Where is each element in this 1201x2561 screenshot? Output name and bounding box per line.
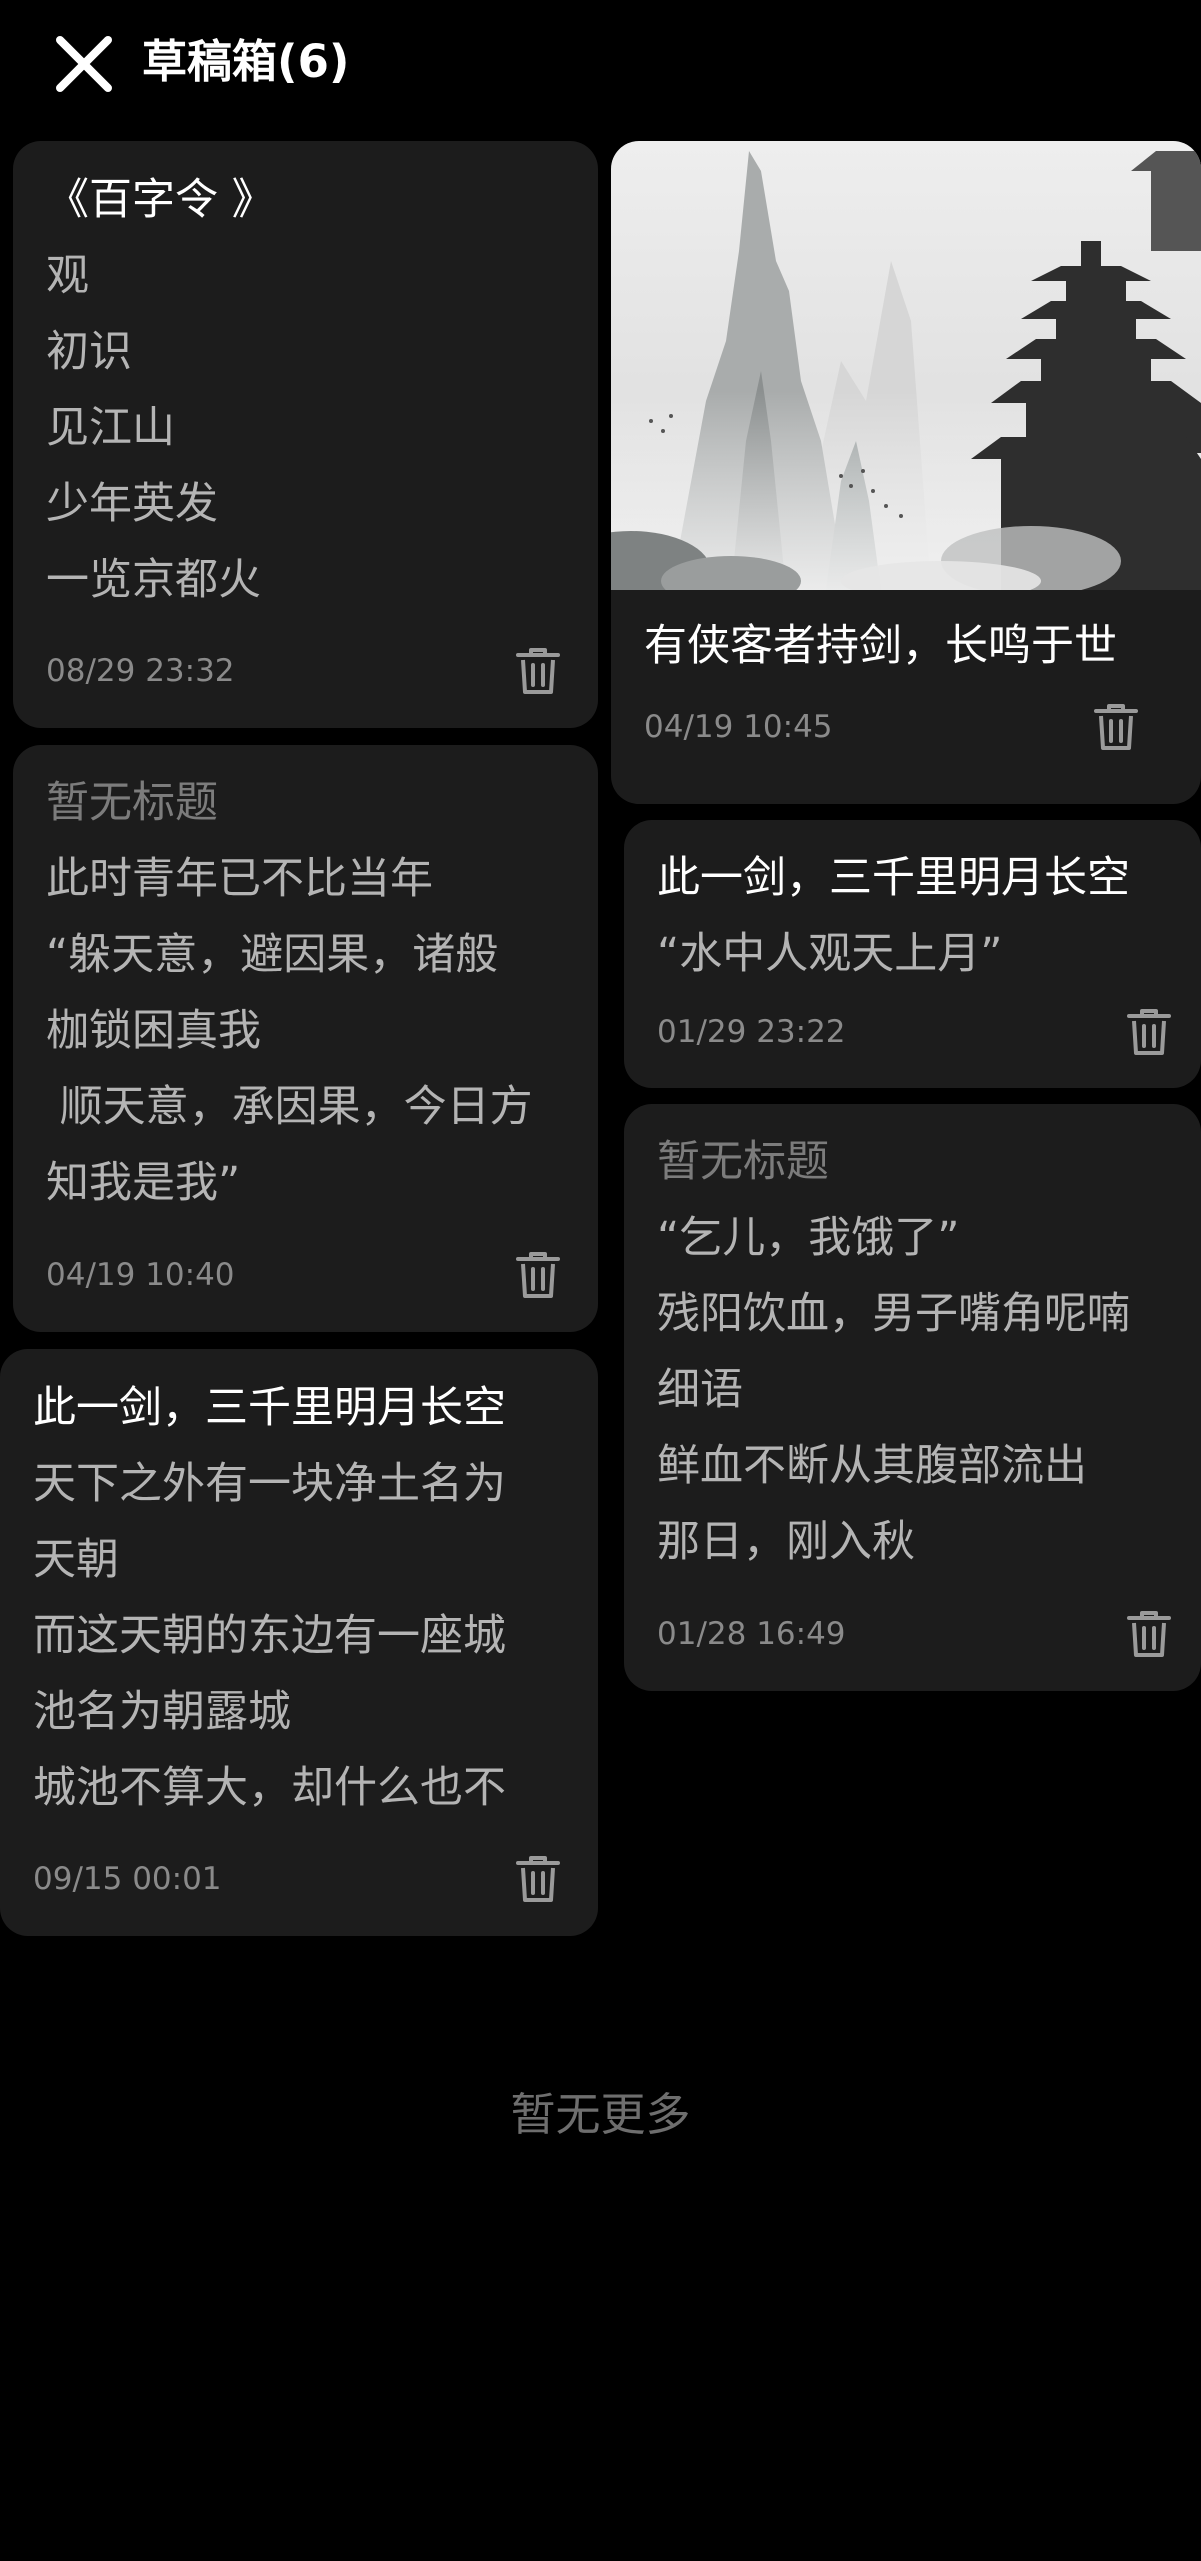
draft-date: 08/29 23:32	[46, 653, 235, 689]
draft-body-line: 那日，刚入秋	[657, 1517, 915, 1567]
draft-card[interactable]: 有侠客者持剑，长鸣于世 04/19 10:45	[611, 141, 1201, 804]
draft-card[interactable]: 暂无标题 此时青年已不比当年 “躲天意，避因果，诸般 枷锁困真我 顺天意，承因果…	[13, 745, 598, 1332]
trash-icon[interactable]	[1127, 1008, 1171, 1056]
draft-body-line: 见江山	[46, 403, 175, 453]
close-button[interactable]	[52, 32, 116, 96]
draft-title: 此一剑，三千里明月长空	[657, 853, 1130, 903]
draft-body-line: 知我是我”	[46, 1158, 241, 1208]
draft-date: 09/15 00:01	[33, 1861, 222, 1897]
draft-body-line: 枷锁困真我	[46, 1006, 261, 1056]
trash-icon[interactable]	[1127, 1610, 1171, 1658]
top-bar: 草稿箱(6)	[0, 0, 1201, 130]
draft-title: 此一剑，三千里明月长空	[33, 1383, 506, 1433]
trash-icon[interactable]	[1094, 703, 1138, 751]
draft-title: 《百字令 》	[46, 175, 275, 225]
draft-body-line: 鲜血不断从其腹部流出	[657, 1441, 1087, 1491]
draft-body-line: 而这天朝的东边有一座城	[33, 1611, 506, 1661]
draft-body-line: “乞儿，我饿了”	[657, 1213, 960, 1263]
page-title: 草稿箱(6)	[142, 35, 350, 88]
cover-image	[611, 141, 1201, 590]
draft-body-line: 此时青年已不比当年	[46, 854, 433, 904]
draft-body-line: 初识	[46, 327, 132, 377]
draft-date: 04/19 10:40	[46, 1257, 235, 1293]
draft-card[interactable]: 此一剑，三千里明月长空 天下之外有一块净土名为 天朝 而这天朝的东边有一座城 池…	[0, 1349, 598, 1936]
draft-body-line: “躲天意，避因果，诸般	[46, 930, 499, 980]
draft-body-line: 天下之外有一块净土名为	[33, 1459, 506, 1509]
draft-card[interactable]: 暂无标题 “乞儿，我饿了” 残阳饮血，男子嘴角呢喃 细语 鲜血不断从其腹部流出 …	[624, 1104, 1201, 1691]
draft-title-placeholder: 暂无标题	[46, 778, 218, 828]
draft-card[interactable]: 《百字令 》 观 初识 见江山 少年英发 一览京都火 08/29 23:32	[13, 141, 598, 728]
draft-body-line: “水中人观天上月”	[657, 929, 1003, 979]
draft-body-line: 天朝	[33, 1535, 119, 1585]
no-more-label: 暂无更多	[510, 2088, 691, 2141]
draft-body-line: 少年英发	[46, 479, 218, 529]
draft-title-placeholder: 暂无标题	[657, 1137, 829, 1187]
draft-date: 04/19 10:45	[644, 709, 833, 745]
trash-icon[interactable]	[516, 647, 560, 695]
draft-body-line: 细语	[657, 1365, 743, 1415]
draft-body-line: 城池不算大，却什么也不	[33, 1763, 506, 1813]
draft-card[interactable]: 此一剑，三千里明月长空 “水中人观天上月” 01/29 23:22	[624, 820, 1201, 1088]
draft-title: 有侠客者持剑，长鸣于世	[644, 621, 1117, 671]
draft-body-line: 顺天意，承因果，今日方	[46, 1082, 533, 1132]
trash-icon[interactable]	[516, 1251, 560, 1299]
trash-icon[interactable]	[516, 1855, 560, 1903]
draft-date: 01/28 16:49	[657, 1616, 846, 1652]
draft-body-line: 观	[46, 251, 89, 301]
close-icon	[56, 36, 112, 92]
draft-body-line: 残阳饮血，男子嘴角呢喃	[657, 1289, 1130, 1339]
draft-body-line: 一览京都火	[46, 555, 261, 605]
draft-date: 01/29 23:22	[657, 1014, 846, 1050]
draft-body-line: 池名为朝露城	[33, 1687, 291, 1737]
